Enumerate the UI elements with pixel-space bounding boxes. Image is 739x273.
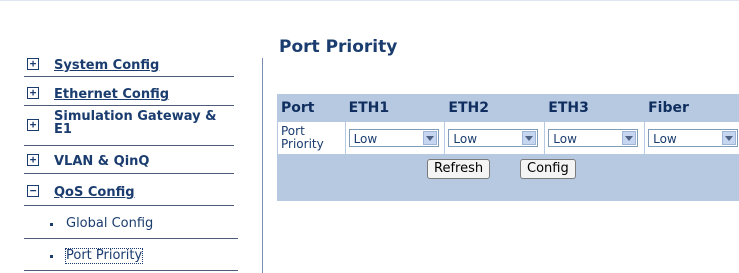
config-button[interactable]: Config — [520, 159, 576, 179]
page-title: Port Priority — [279, 37, 398, 57]
table-row: Port Priority Low Low Low Low — [278, 122, 739, 154]
select-value: Low — [453, 132, 478, 146]
column-header: Port — [278, 95, 345, 121]
sidebar-item-label[interactable]: VLAN & QinQ — [54, 155, 150, 168]
column-header: ETH3 — [545, 95, 645, 121]
table-cell: Low — [445, 122, 545, 154]
column-header: Fiber — [645, 95, 739, 121]
eth2-priority-select[interactable]: Low — [448, 129, 539, 147]
select-value: Low — [653, 132, 677, 146]
bullet-icon — [50, 223, 53, 226]
column-header: ETH2 — [445, 95, 545, 121]
row-label: Port Priority — [278, 122, 345, 154]
expand-icon[interactable]: + — [27, 119, 39, 131]
column-header: ETH1 — [345, 95, 445, 121]
sidebar-subitem-label[interactable]: Global Config — [66, 217, 153, 231]
expand-icon[interactable]: + — [27, 154, 39, 166]
select-value: Low — [353, 132, 378, 146]
bullet-icon — [50, 255, 53, 258]
table-header-row: Port ETH1 ETH2 ETH3 Fiber — [278, 95, 739, 121]
sidebar-item-vlan-qinq[interactable]: + VLAN & QinQ — [24, 151, 234, 174]
eth3-priority-select[interactable]: Low — [548, 129, 639, 147]
fiber-priority-select[interactable]: Low — [648, 129, 739, 147]
expand-icon[interactable]: + — [27, 87, 39, 99]
dropdown-arrow-icon[interactable] — [522, 131, 537, 145]
select-value: Low — [553, 132, 577, 146]
sidebar-item-label[interactable]: Simulation Gateway & E1 — [54, 110, 234, 136]
sidebar-subitem-global-config[interactable]: Global Config — [24, 212, 238, 239]
sidebar-item-system-config[interactable]: + System Config — [24, 55, 234, 77]
sidebar-item-label[interactable]: QoS Config — [54, 186, 135, 199]
sidebar-divider — [262, 58, 263, 273]
table-cell: Low — [545, 122, 645, 154]
dropdown-arrow-icon[interactable] — [422, 131, 437, 145]
sidebar-item-ethernet-config[interactable]: + Ethernet Config — [24, 84, 234, 106]
dropdown-arrow-icon[interactable] — [622, 131, 637, 145]
refresh-button[interactable]: Refresh — [427, 159, 491, 179]
button-row: Refresh Config — [277, 155, 739, 183]
collapse-icon[interactable]: − — [27, 185, 39, 197]
port-priority-table: Port ETH1 ETH2 ETH3 Fiber Port Priority … — [277, 94, 739, 155]
table-cell: Low — [645, 122, 739, 154]
port-priority-panel: Port ETH1 ETH2 ETH3 Fiber Port Priority … — [277, 94, 739, 201]
sidebar-item-label[interactable]: Ethernet Config — [54, 88, 169, 101]
dropdown-arrow-icon[interactable] — [722, 131, 737, 145]
eth1-priority-select[interactable]: Low — [348, 129, 439, 147]
sidebar-subitem-label[interactable]: Port Priority — [64, 248, 144, 264]
expand-icon[interactable]: + — [27, 58, 39, 70]
table-cell: Low — [345, 122, 445, 154]
sidebar-nav: + System Config + Ethernet Config + Simu… — [0, 0, 262, 273]
sidebar-item-qos-config[interactable]: − QoS Config — [24, 180, 234, 206]
sidebar-item-simulation-gateway[interactable]: + Simulation Gateway & E1 — [24, 109, 234, 146]
sidebar-subitem-port-priority[interactable]: Port Priority — [24, 244, 238, 271]
sidebar-item-label[interactable]: System Config — [54, 59, 159, 72]
